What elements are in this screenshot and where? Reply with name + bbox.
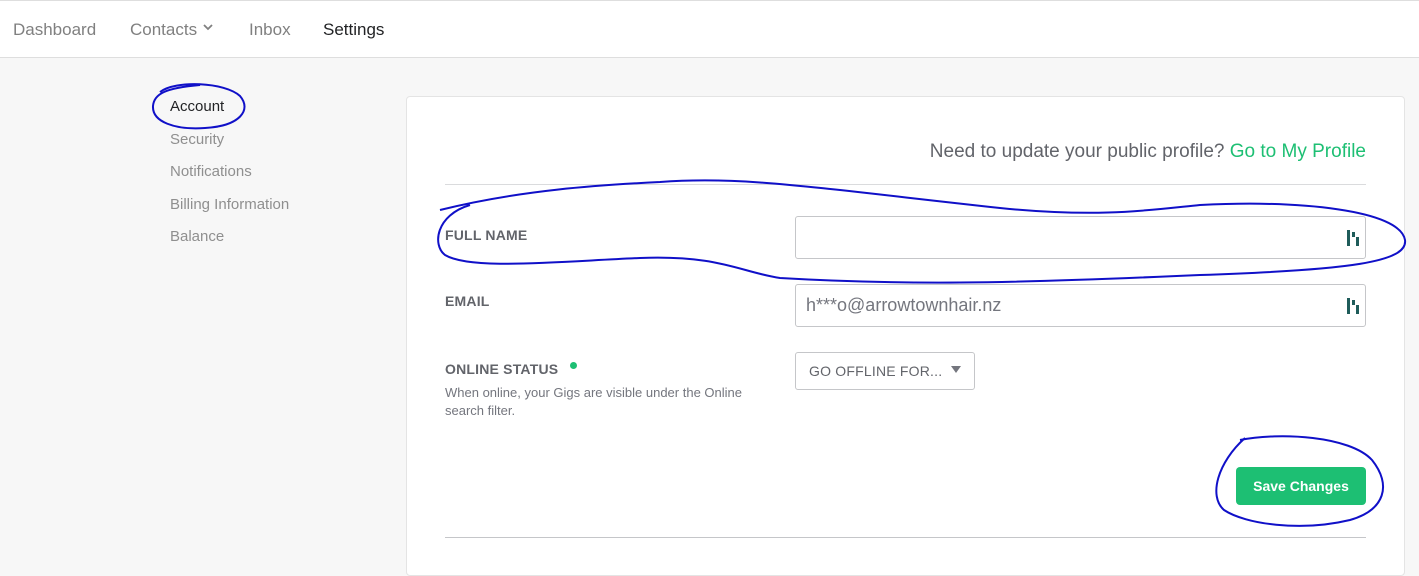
sidebar-item-security[interactable]: Security [170,131,224,149]
online-status-select[interactable]: GO OFFLINE FOR... [795,352,975,390]
password-manager-icon[interactable] [1346,229,1360,247]
nav-inbox[interactable]: Inbox [249,20,291,40]
profile-prompt: Need to update your public profile? Go t… [930,141,1366,163]
chevron-down-icon [203,24,213,31]
nav-dashboard[interactable]: Dashboard [13,20,96,40]
nav-settings[interactable]: Settings [323,20,384,40]
divider [445,537,1366,538]
full-name-input[interactable] [795,216,1366,259]
email-label: EMAIL [445,293,490,309]
status-dot-icon [570,362,577,369]
sidebar-item-account[interactable]: Account [170,98,224,116]
nav-contacts[interactable]: Contacts [130,20,213,40]
save-changes-button[interactable]: Save Changes [1236,467,1366,505]
online-status-label: ONLINE STATUS [445,361,559,377]
email-input[interactable] [795,284,1366,327]
top-navigation: Dashboard Contacts Inbox Settings [0,0,1419,58]
sidebar-item-billing-information[interactable]: Billing Information [170,196,289,214]
sidebar-item-notifications[interactable]: Notifications [170,163,252,181]
password-manager-icon[interactable] [1346,297,1360,315]
full-name-label: FULL NAME [445,227,528,243]
online-status-selected-value: GO OFFLINE FOR... [809,363,943,379]
go-to-my-profile-link[interactable]: Go to My Profile [1230,141,1366,162]
profile-prompt-text: Need to update your public profile? [929,141,1225,162]
nav-contacts-label: Contacts [130,20,198,39]
divider [445,184,1366,185]
caret-down-icon [951,366,961,373]
sidebar-item-balance[interactable]: Balance [170,228,224,246]
online-status-help: When online, your Gigs are visible under… [445,385,742,418]
